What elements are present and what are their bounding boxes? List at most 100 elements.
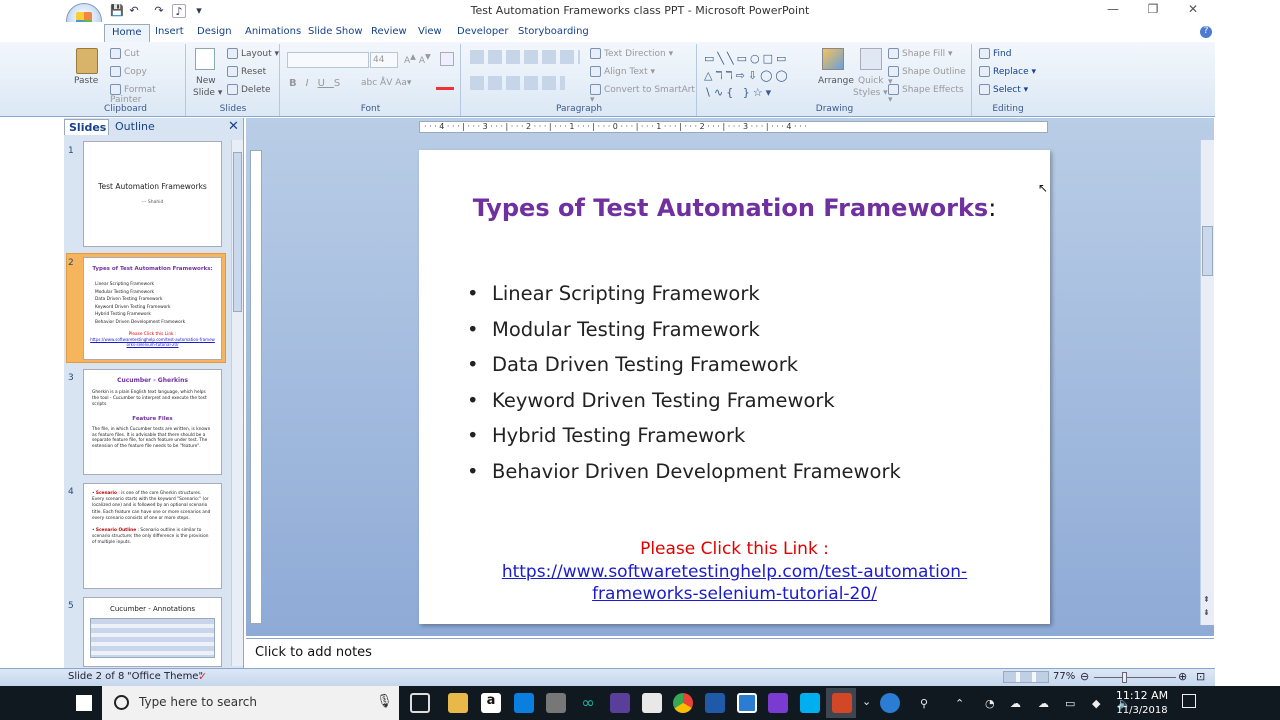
tab-animations[interactable]: Animations [238, 24, 308, 42]
vscode-icon[interactable] [705, 693, 725, 713]
windows-start-icon[interactable] [76, 695, 92, 711]
file-explorer-icon[interactable] [448, 693, 468, 713]
tab-developer[interactable]: Developer [450, 24, 515, 42]
slide-scroll-thumb[interactable] [1202, 226, 1213, 276]
font-format-buttons[interactable]: BIUS [289, 78, 349, 89]
zoom-in-icon[interactable]: ⊕ [1178, 670, 1187, 683]
tab-storyboarding[interactable]: Storyboarding [511, 24, 596, 42]
dropbox-icon[interactable] [514, 693, 534, 713]
zoom-level[interactable]: 77% [1053, 671, 1075, 682]
zoom-out-icon[interactable]: ⊖ [1080, 670, 1089, 683]
audio-icon[interactable]: ♪ [172, 4, 186, 18]
format-painter-button[interactable]: Format Painter [110, 84, 185, 105]
clear-format-icon[interactable] [440, 52, 454, 66]
taskbar-time[interactable]: 11:12 AM [1110, 689, 1174, 702]
maximize-button[interactable]: ❐ [1133, 2, 1173, 20]
zoom-slider-thumb[interactable] [1122, 672, 1127, 683]
save-icon[interactable]: 💾 [110, 4, 124, 18]
layout-button[interactable]: Layout ▾ [227, 48, 279, 59]
zoom-slider[interactable] [1094, 677, 1176, 678]
notifications-icon[interactable] [1182, 694, 1196, 708]
network-icon[interactable]: ◔ [985, 697, 995, 710]
new-slide-button[interactable]: New [196, 76, 216, 86]
shape-fill-button[interactable]: Shape Fill ▾ [888, 48, 952, 59]
close-button[interactable]: ✕ [1173, 2, 1213, 20]
undo-icon[interactable]: ↶ [127, 4, 141, 18]
tray-expand-icon[interactable]: ⌄ [862, 695, 871, 708]
text-direction-button[interactable]: Text Direction ▾ [590, 48, 673, 59]
powerpoint-icon[interactable] [832, 693, 852, 713]
onedrive-icon[interactable]: ☁ [1010, 697, 1021, 710]
tab-outline[interactable]: Outline [110, 119, 156, 135]
font-color-icon[interactable] [436, 76, 454, 90]
fit-slide-icon[interactable]: ⊡ [1196, 670, 1205, 683]
reset-button[interactable]: Reset [227, 66, 266, 77]
tab-view[interactable]: View [411, 24, 449, 42]
select-button[interactable]: Select ▾ [979, 84, 1028, 95]
quick-button[interactable]: Quick [858, 76, 883, 86]
redo-icon[interactable]: ↷ [152, 4, 166, 18]
close-panel-icon[interactable]: ✕ [228, 119, 239, 134]
alignment-icons[interactable] [470, 76, 565, 90]
slide-thumbnail-4[interactable]: • Scenario : is one of the core Gherkin … [83, 483, 222, 589]
align-text-button[interactable]: Align Text ▾ [590, 66, 655, 77]
arrange-button[interactable]: Arrange [818, 76, 854, 86]
find-button[interactable]: Find [979, 48, 1011, 59]
tab-home[interactable]: Home [104, 24, 150, 42]
tutorial-link[interactable]: https://www.softwaretestinghelp.com/test… [419, 561, 1050, 605]
paste-button[interactable]: Paste [74, 76, 98, 86]
slide-scrollbar[interactable]: ⇞ ⇟ [1200, 140, 1214, 625]
slide-canvas[interactable]: Types of Test Automation Frameworks: Lin… [419, 150, 1050, 624]
panel-scroll-thumb[interactable] [233, 152, 242, 312]
view-buttons[interactable] [1003, 671, 1049, 683]
spellcheck-icon[interactable]: ✓ [198, 670, 207, 683]
visual-studio-icon[interactable] [610, 693, 630, 713]
help-icon[interactable]: ? [1200, 26, 1212, 38]
mail-icon[interactable] [642, 693, 662, 713]
replace-button[interactable]: Replace ▾ [979, 66, 1036, 77]
task-view-icon[interactable] [410, 693, 430, 713]
tab-slides[interactable]: Slides [64, 119, 109, 135]
show-hidden-icon[interactable]: ⌃ [955, 697, 964, 710]
battery-icon[interactable]: ▭ [1065, 697, 1075, 710]
slide-thumbnail-5[interactable]: Cucumber - Annotations [83, 597, 222, 667]
copy-button[interactable]: Copy [110, 66, 147, 77]
skype-icon[interactable] [800, 693, 820, 713]
taskbar-search-box[interactable]: Type here to search 🎙 [102, 686, 399, 720]
ez-app-icon[interactable] [768, 693, 788, 713]
quick-styles-button[interactable]: Styles ▾ [853, 88, 888, 98]
next-slide-icon[interactable]: ⇟ [1203, 608, 1210, 617]
tab-slide-show[interactable]: Slide Show [301, 24, 370, 42]
people-icon[interactable]: ⚲ [920, 697, 928, 710]
slide-thumbnail-2[interactable]: Types of Test Automation Frameworks: Lin… [83, 257, 222, 360]
taskbar-date[interactable]: 11/3/2018 [1110, 705, 1174, 716]
font-grow-icon[interactable]: A▲ A▼ [404, 52, 431, 66]
shapes-gallery[interactable]: ▭╲╲▭○□▭ △ℸℸ⇨⇩◯◯ ∖∿{ }☆▾ [704, 50, 804, 99]
font-size-select[interactable]: 44 [370, 52, 398, 68]
slide-thumbnail-1[interactable]: Test Automation Frameworks --- Shahid [83, 141, 222, 247]
delete-button[interactable]: Delete [227, 84, 271, 95]
convert-smartart-button[interactable]: Convert to SmartArt ▾ [590, 84, 696, 105]
prev-slide-icon[interactable]: ⇞ [1203, 595, 1210, 604]
chrome-icon[interactable] [673, 693, 693, 713]
slide-title[interactable]: Types of Test Automation Frameworks: [419, 194, 1050, 222]
bullet-list[interactable]: Linear Scripting Framework Modular Testi… [467, 282, 1027, 495]
app-icon-2[interactable] [737, 693, 757, 713]
slide-thumbnail-3[interactable]: Cucumber - Gherkins Gherkin is a plain E… [83, 369, 222, 475]
shape-effects-button[interactable]: Shape Effects ▾ [888, 84, 971, 105]
amazon-icon[interactable]: a [481, 693, 501, 713]
microphone-icon[interactable]: 🎙 [376, 694, 393, 709]
infinity-app-icon[interactable]: ∞ [578, 693, 598, 713]
help-app-icon[interactable] [880, 693, 900, 713]
tab-review[interactable]: Review [364, 24, 414, 42]
new-slide-button-2[interactable]: Slide ▾ [193, 88, 222, 98]
notes-pane[interactable]: Click to add notes [246, 638, 1214, 666]
dropbox-tray-icon[interactable]: ◆ [1092, 697, 1100, 710]
list-indent-icons[interactable] [470, 50, 580, 64]
font-family-select[interactable] [287, 52, 369, 68]
character-spacing-icon[interactable]: abc ÅV Aa▾ [361, 78, 411, 88]
minimize-button[interactable]: — [1093, 2, 1133, 20]
cut-button[interactable]: Cut [110, 48, 140, 59]
cloud-icon[interactable]: ☁ [1038, 697, 1049, 710]
tab-design[interactable]: Design [190, 24, 239, 42]
